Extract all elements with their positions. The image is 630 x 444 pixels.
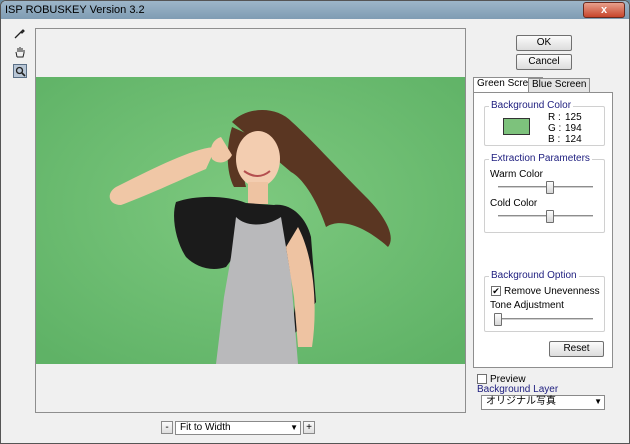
green-screen-panel: Background Color R : 125 G : 194 B : 124… <box>473 92 613 368</box>
background-color-title: Background Color <box>489 100 574 111</box>
r-value: 125 <box>565 112 582 123</box>
g-value: 194 <box>565 123 582 134</box>
ok-button[interactable]: OK <box>516 35 572 51</box>
b-label: B : <box>548 134 561 145</box>
warm-color-slider[interactable] <box>546 181 555 194</box>
app-window: ISP ROBUSKEY Version 3.2 x - Fit to Widt… <box>0 0 630 444</box>
cold-color-label: Cold Color <box>490 198 538 209</box>
close-button[interactable]: x <box>583 2 625 18</box>
tone-adjustment-slider[interactable] <box>494 313 502 326</box>
cancel-button[interactable]: Cancel <box>516 54 572 70</box>
background-layer-select[interactable]: オリジナル写真 ▼ <box>481 395 605 410</box>
eyedropper-icon[interactable] <box>13 26 27 40</box>
zoom-select-value: Fit to Width <box>180 422 231 433</box>
photo-image <box>36 77 465 364</box>
background-option-title: Background Option <box>489 270 579 281</box>
window-title: ISP ROBUSKEY Version 3.2 <box>5 4 145 16</box>
extraction-parameters-title: Extraction Parameters <box>489 153 592 164</box>
g-label: G : <box>548 123 562 134</box>
zoom-out-button[interactable]: - <box>161 421 173 434</box>
magnifier-icon[interactable] <box>13 64 27 78</box>
title-bar[interactable]: ISP ROBUSKEY Version 3.2 x <box>1 1 629 19</box>
background-option-group: Background Option ✔ Remove Unevenness To… <box>484 270 605 332</box>
warm-color-label: Warm Color <box>490 169 543 180</box>
remove-unevenness-label: Remove Unevenness <box>504 286 600 297</box>
remove-unevenness-checkbox[interactable]: ✔ <box>491 286 501 296</box>
zoom-select[interactable]: Fit to Width ▼ <box>175 421 301 435</box>
tone-adjustment-track[interactable] <box>498 318 593 321</box>
extraction-parameters-group: Extraction Parameters Warm Color Cold Co… <box>484 153 605 233</box>
b-value: 124 <box>565 134 582 145</box>
tone-adjustment-label: Tone Adjustment <box>490 300 564 311</box>
chevron-down-icon: ▼ <box>290 423 298 432</box>
chevron-down-icon: ▼ <box>594 397 602 406</box>
preview-canvas[interactable] <box>35 28 466 413</box>
r-label: R : <box>548 112 561 123</box>
background-layer-value: オリジナル写真 <box>486 396 556 407</box>
zoom-in-button[interactable]: + <box>303 421 315 434</box>
background-color-group: Background Color R : 125 G : 194 B : 124 <box>484 100 605 146</box>
hand-icon[interactable] <box>13 45 27 59</box>
background-layer-label: Background Layer <box>477 384 559 395</box>
cold-color-slider[interactable] <box>546 210 555 223</box>
color-swatch[interactable] <box>503 118 530 135</box>
preview-checkbox[interactable] <box>477 374 487 384</box>
reset-button[interactable]: Reset <box>549 341 604 357</box>
tab-blue-screen[interactable]: Blue Screen <box>528 78 591 92</box>
